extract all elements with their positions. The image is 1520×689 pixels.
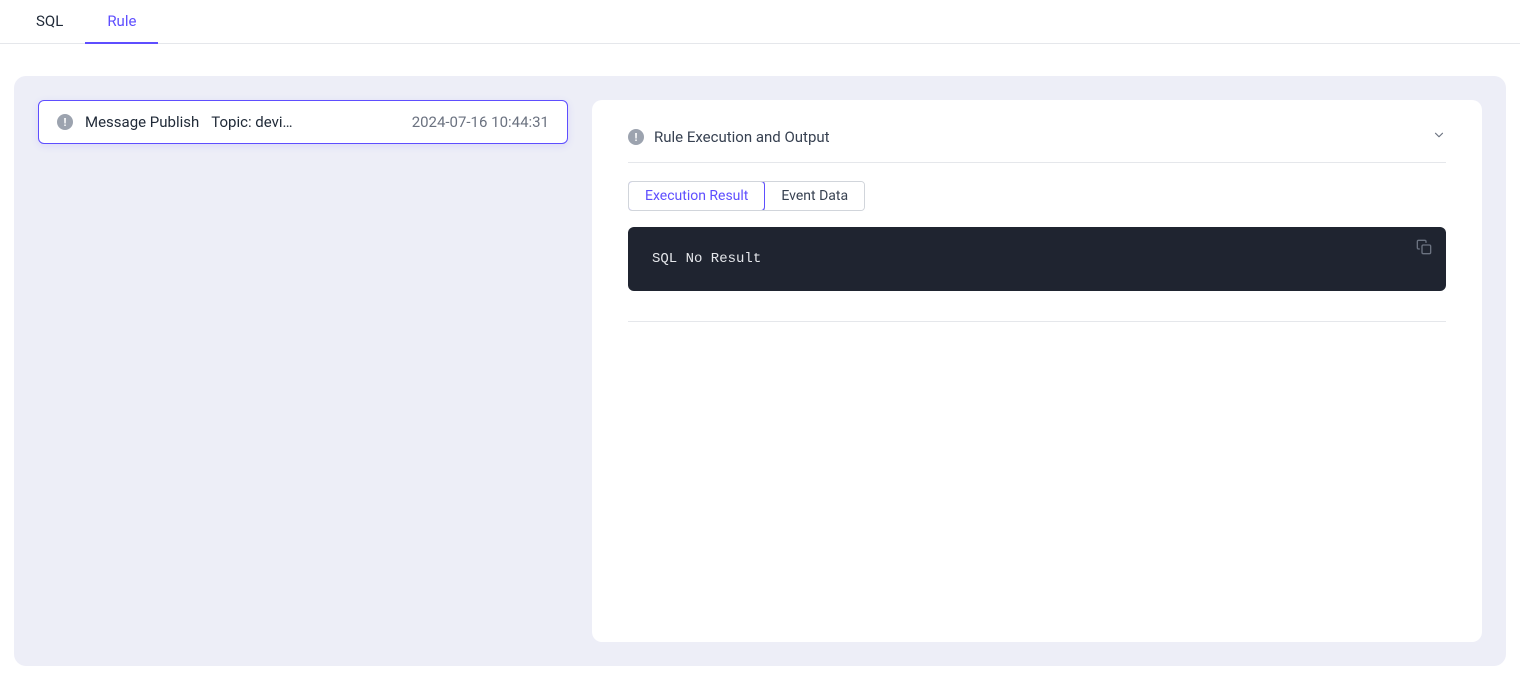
result-output: SQL No Result [628, 227, 1446, 291]
result-tabs: Execution Result Event Data [628, 181, 865, 211]
copy-icon[interactable] [1416, 239, 1432, 260]
main-tabs: SQL Rule [0, 0, 1520, 44]
tab-execution-result[interactable]: Execution Result [628, 181, 765, 211]
tab-rule[interactable]: Rule [85, 0, 158, 44]
divider [628, 321, 1446, 322]
chevron-down-icon[interactable] [1432, 128, 1446, 146]
content-area: ! Message Publish Topic: devi… 2024-07-1… [14, 76, 1506, 666]
panel-header: ! Rule Execution and Output [628, 128, 1446, 163]
event-card[interactable]: ! Message Publish Topic: devi… 2024-07-1… [38, 100, 568, 144]
info-icon: ! [57, 114, 73, 130]
event-type-label: Message Publish [85, 113, 199, 131]
info-icon: ! [628, 129, 644, 145]
events-panel: ! Message Publish Topic: devi… 2024-07-1… [38, 100, 568, 642]
event-timestamp: 2024-07-16 10:44:31 [412, 113, 549, 131]
tab-sql[interactable]: SQL [14, 0, 85, 44]
result-message: SQL No Result [652, 251, 761, 267]
event-topic-label: Topic: devi… [211, 113, 399, 131]
panel-title: Rule Execution and Output [654, 128, 830, 146]
detail-panel: ! Rule Execution and Output Execution Re… [592, 100, 1482, 642]
tab-event-data[interactable]: Event Data [764, 182, 864, 210]
